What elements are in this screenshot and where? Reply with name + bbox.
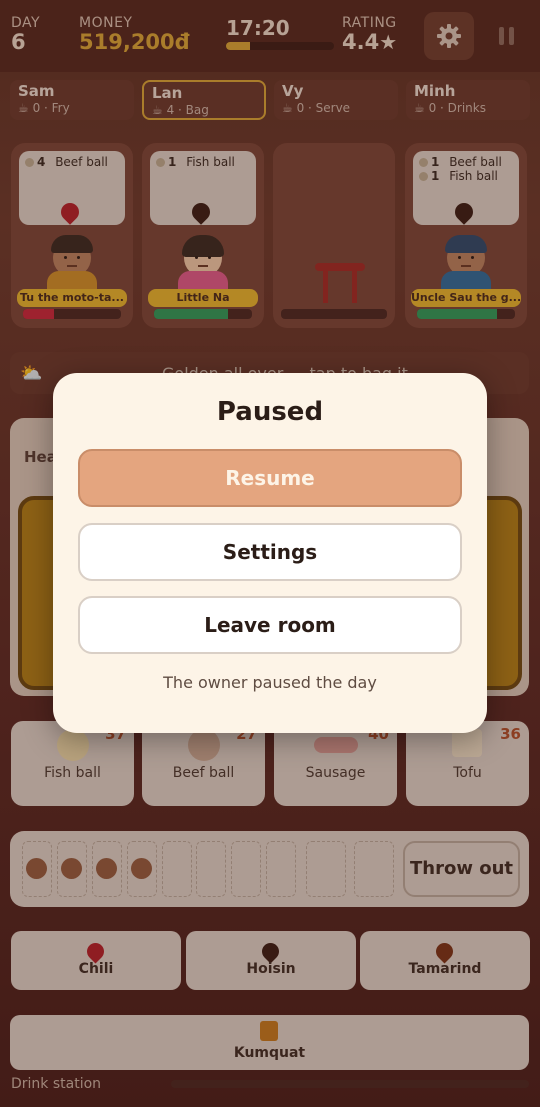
pause-note: The owner paused the day bbox=[163, 673, 377, 692]
settings-button[interactable]: Settings bbox=[78, 523, 462, 581]
pause-dialog: Paused Resume Settings Leave room The ow… bbox=[53, 373, 487, 733]
resume-button[interactable]: Resume bbox=[78, 449, 462, 507]
dialog-title: Paused bbox=[216, 397, 324, 427]
leave-room-button[interactable]: Leave room bbox=[78, 596, 462, 654]
